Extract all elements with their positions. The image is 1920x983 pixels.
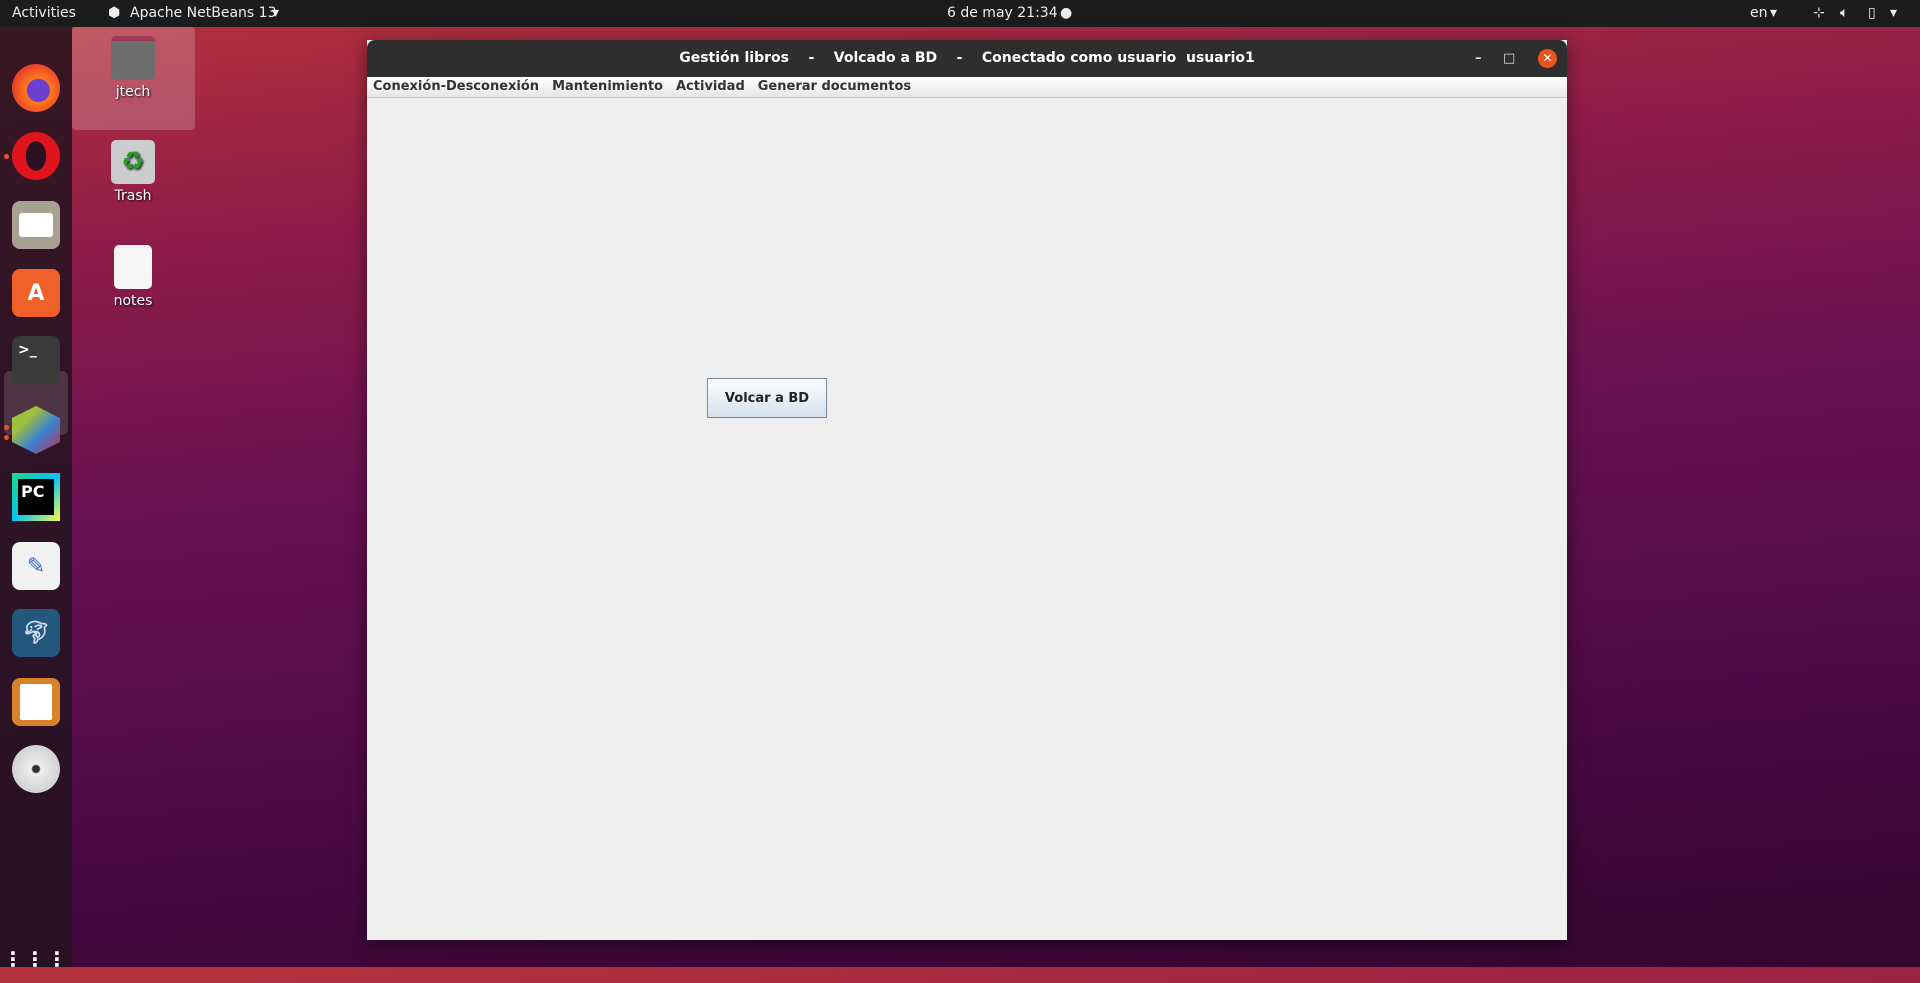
dvd-icon[interactable] (12, 745, 60, 793)
chevron-down-icon: ▾ (272, 5, 280, 21)
firefox-icon[interactable] (12, 64, 60, 112)
menu-generar-documentos[interactable]: Generar documentos (758, 77, 911, 97)
activities-button[interactable]: Activities (12, 5, 76, 21)
chevron-down-icon: ▾ (1770, 5, 1778, 21)
menu-mantenimiento[interactable]: Mantenimiento (552, 77, 663, 97)
software-icon[interactable]: A (12, 269, 60, 317)
trash-icon: ♻ (111, 140, 155, 184)
desktop-icon-label: jtech (115, 84, 151, 100)
desktop-icon-label: notes (113, 293, 153, 309)
chevron-down-icon[interactable]: ▾ (1890, 5, 1897, 21)
network-icon[interactable]: ⊹ (1813, 5, 1825, 21)
volume-icon[interactable]: 🔈︎ (1840, 5, 1848, 21)
app-menu[interactable]: Apache NetBeans 13 (130, 5, 276, 21)
terminal-icon[interactable]: >_ (12, 336, 60, 384)
menu-bar: Conexión-Desconexión Mantenimiento Activ… (367, 77, 1567, 98)
top-bar: Activities ⬢ Apache NetBeans 13 ▾ 6 de m… (0, 0, 1920, 27)
text-file-icon (114, 245, 152, 289)
minimize-button[interactable]: – (1475, 40, 1482, 77)
window-titlebar[interactable]: Gestión libros - Volcado a BD - Conectad… (367, 40, 1567, 77)
maximize-button[interactable]: □ (1503, 40, 1515, 77)
menu-conexion[interactable]: Conexión-Desconexión (373, 77, 539, 97)
show-applications-icon[interactable]: ⋮⋮⋮ (3, 935, 67, 983)
running-indicator (4, 154, 9, 159)
running-indicator (4, 425, 9, 430)
libreoffice-draw-icon[interactable] (12, 678, 60, 726)
pycharm-icon[interactable]: PC (12, 473, 60, 521)
notification-dot-icon: ● (1060, 5, 1073, 21)
text-editor-icon[interactable]: ✎ (12, 542, 60, 590)
volcar-bd-button[interactable]: Volcar a BD (707, 378, 827, 418)
desktop-icon-notes[interactable]: notes (73, 245, 193, 309)
mysql-workbench-icon[interactable]: 🐬︎ (12, 609, 60, 657)
app-window: Gestión libros - Volcado a BD - Conectad… (367, 40, 1567, 940)
language-selector[interactable]: en (1750, 5, 1768, 21)
menu-actividad[interactable]: Actividad (676, 77, 745, 97)
files-icon[interactable] (12, 201, 60, 249)
desktop-icon-trash[interactable]: ♻ Trash (73, 140, 193, 204)
opera-icon[interactable] (12, 132, 60, 180)
desktop-icon-jtech[interactable]: jtech (73, 36, 193, 100)
clock[interactable]: 6 de may 21:34 (947, 5, 1058, 21)
close-button[interactable]: ✕ (1538, 49, 1557, 68)
dock: A >_ PC ✎ 🐬︎ ⋮⋮⋮ (0, 27, 72, 971)
battery-icon[interactable]: ▯ (1868, 5, 1876, 21)
running-indicator (4, 435, 9, 440)
netbeans-small-icon: ⬢ (108, 5, 121, 21)
window-title: Gestión libros - Volcado a BD - Conectad… (679, 50, 1255, 66)
home-folder-icon (111, 36, 155, 80)
desktop-icon-label: Trash (114, 188, 152, 204)
